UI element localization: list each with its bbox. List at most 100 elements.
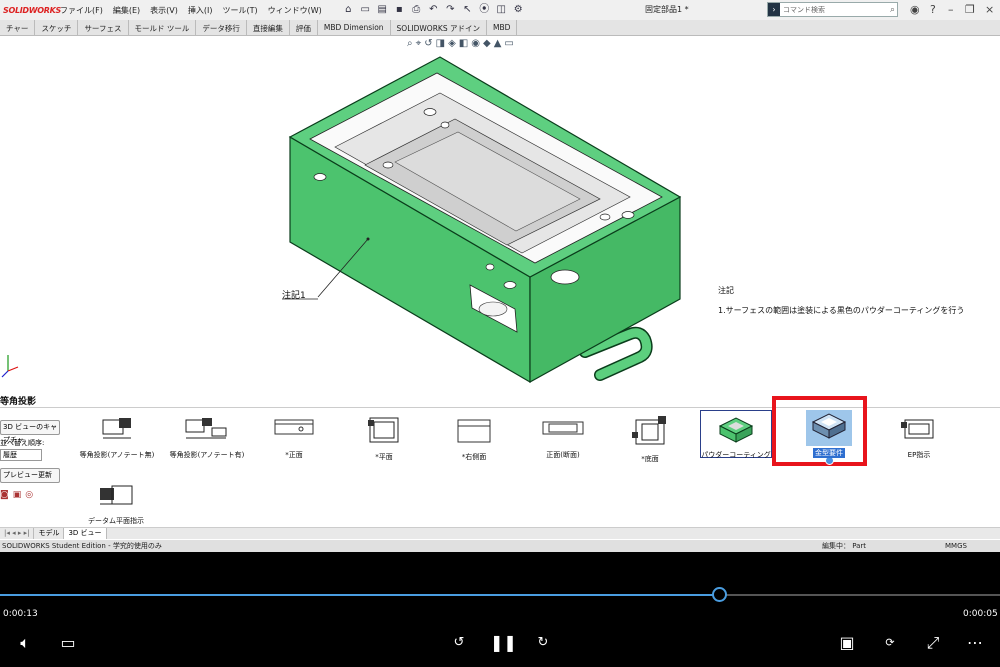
tab-sketch[interactable]: スケッチ [35, 20, 79, 35]
tab-data-migration[interactable]: データ移行 [196, 20, 247, 35]
view-label: 正面(断面) [546, 451, 580, 459]
current-view-label: 等角投影 [0, 397, 37, 407]
capture-3d-view-button[interactable]: 3D ビューのキャプチャ [0, 420, 60, 444]
command-search-placeholder: コマンド検索 [783, 5, 825, 14]
view-right[interactable]: *右側面 [446, 414, 502, 462]
title-bar: SOLIDWORKS ファイル(F) 編集(E) 表示(V) 挿入(I) ツール… [0, 0, 1000, 20]
skip-forward-30-icon[interactable]: ↻ [531, 632, 555, 654]
note-text: 1.サーフェスの範囲は塗装による黒色のパウダーコーティングを行う [718, 306, 965, 315]
menu-view[interactable]: 表示(V) [145, 5, 183, 16]
drawing-thumbnail [457, 419, 491, 443]
note-title: 注記 [718, 286, 734, 295]
subtitles-icon[interactable]: ▭ [57, 632, 79, 654]
tab-model[interactable]: モデル [34, 528, 65, 539]
command-search[interactable]: › コマンド検索 ⌕ [767, 2, 898, 17]
elapsed-time: 0:00:13 [3, 609, 38, 619]
status-edition: SOLIDWORKS Student Edition - 学究的使用のみ [2, 542, 162, 550]
mini-view-icon[interactable]: ▣ [836, 632, 858, 654]
view-top[interactable]: *平面 [356, 414, 412, 462]
undo-icon[interactable]: ↶ [426, 3, 441, 17]
tab-nav-arrows[interactable]: |◂ ◂ ▸ ▸| [0, 528, 35, 539]
status-units[interactable]: MMGS [945, 540, 967, 552]
remaining-time: 0:00:05 [963, 609, 998, 619]
drawing-thumbnail [901, 419, 934, 439]
sort-order-select[interactable]: 履歴 [0, 449, 42, 461]
view-front[interactable]: *正面 [266, 414, 322, 460]
menu-insert[interactable]: 挿入(I) [183, 5, 218, 16]
help-icon[interactable]: ? [930, 3, 936, 16]
tab-addins[interactable]: SOLIDWORKS アドイン [391, 20, 487, 35]
options-gear-icon[interactable]: ⚙ [511, 3, 526, 17]
seek-thumb[interactable] [712, 587, 727, 602]
volume-icon[interactable]: 🔈︎ [14, 632, 36, 654]
refresh-preview-button[interactable]: プレビュー更新 [0, 468, 60, 483]
fullscreen-icon[interactable]: ⤢ [922, 632, 944, 654]
minimize-icon[interactable]: – [948, 3, 954, 16]
tab-mold-tools[interactable]: モールド ツール [129, 20, 197, 35]
user-icon[interactable]: ◉ [910, 3, 920, 16]
menu-window[interactable]: ウィンドウ(W) [263, 5, 327, 16]
tab-feature[interactable]: チャー [0, 20, 36, 35]
menu-tools[interactable]: ツール(T) [217, 5, 262, 16]
view-label: 金型要件 [813, 448, 845, 458]
skip-back-10-icon[interactable]: ↺ [447, 632, 471, 654]
tab-surface[interactable]: サーフェス [78, 20, 129, 35]
tab-direct-edit[interactable]: 直接編集 [247, 20, 290, 35]
view-powder-coating[interactable]: パウダーコーティング [700, 410, 772, 459]
view-bottom[interactable]: *底面 [622, 414, 678, 464]
open-folder-icon[interactable]: ▤ [375, 3, 390, 17]
search-icon[interactable]: ⌕ [890, 5, 895, 15]
redo-icon[interactable]: ↷ [443, 3, 458, 17]
drawing-thumbnail [99, 416, 135, 442]
view-iso-no-annotation[interactable]: 等角投影(アノテート無) [78, 414, 156, 460]
part-model [1, 56, 682, 384]
app-logo: SOLIDWORKS [3, 5, 62, 15]
view-iso-annotation[interactable]: 等角投影(アノテート有) [164, 414, 250, 460]
traffic-light-icon[interactable]: ⦿ [477, 3, 492, 17]
save-icon[interactable]: ▪ [392, 3, 407, 17]
selected-thumbnail-bg [806, 410, 852, 446]
restore-icon[interactable]: ❐ [965, 3, 975, 16]
view-label: *正面 [285, 451, 303, 459]
drawing-thumbnail [185, 418, 227, 439]
menu-edit[interactable]: 編集(E) [108, 5, 145, 16]
pause-icon[interactable]: ❚❚ [490, 632, 517, 654]
home-icon[interactable]: ⌂ [341, 3, 356, 17]
tab-evaluate[interactable]: 評価 [290, 20, 318, 35]
model-tabs: |◂ ◂ ▸ ▸| モデル 3D ビュー [0, 527, 1000, 539]
annotation-note: 注記 1.サーフェスの範囲は塗装による黒色のパウダーコーティングを行う [718, 285, 964, 316]
view-label: EP指示 [907, 451, 931, 459]
drawing-thumbnail [100, 485, 133, 505]
menu-file[interactable]: ファイル(F) [55, 5, 108, 16]
vr-360-icon[interactable]: ⟳ [879, 632, 901, 654]
view-ep-instruction[interactable]: EP指示 [893, 414, 945, 460]
status-bar: SOLIDWORKS Student Edition - 学究的使用のみ 編集中… [0, 540, 1000, 552]
tab-3d-views[interactable]: 3D ビュー [64, 528, 107, 539]
more-options-icon[interactable]: ⋯ [964, 632, 986, 654]
view-label: 等角投影(アノテート無) [79, 451, 155, 459]
new-document-icon[interactable]: ▭ [358, 3, 373, 17]
print-icon[interactable]: ⎙ [409, 3, 424, 17]
command-manager-tabs: チャー スケッチ サーフェス モールド ツール データ移行 直接編集 評価 MB… [0, 20, 1000, 36]
note-callout[interactable]: 注記1 [282, 288, 306, 301]
drawing-thumbnail [542, 421, 584, 435]
view-datum-plane[interactable]: データム平面指示 [80, 482, 152, 526]
drawing-thumbnail [632, 416, 666, 445]
tab-mbd[interactable]: MBD [487, 20, 518, 35]
view-front-section[interactable]: 正面(断面) [532, 414, 594, 460]
close-icon[interactable]: × [985, 3, 994, 16]
view-palette: 3D ビューのキャプチャ 並べ替え順序: 履歴 プレビュー更新 ◙ ▣ ◎ 等角… [0, 396, 1000, 527]
view-label: データム平面指示 [88, 517, 144, 525]
graphics-area[interactable]: 注記 1.サーフェスの範囲は塗装による黒色のパウダーコーティングを行う 注記1 [0, 37, 1000, 393]
select-icon[interactable]: ↖ [460, 3, 475, 17]
tab-mbd-dimension[interactable]: MBD Dimension [318, 20, 391, 35]
drawing-thumbnail [368, 417, 399, 443]
command-prompt-icon: › [768, 3, 780, 16]
link-icon[interactable]: ◎ [25, 490, 33, 500]
status-editing: 編集中： Part [822, 542, 867, 550]
view-mold-requirement[interactable]: 金型要件 [806, 410, 852, 465]
palette-tools: ◙ ▣ ◎ [0, 490, 33, 500]
delete-icon[interactable]: ▣ [13, 490, 22, 500]
camera-icon[interactable]: ◙ [0, 490, 9, 500]
rebuild-icon[interactable]: ◫ [494, 3, 509, 17]
